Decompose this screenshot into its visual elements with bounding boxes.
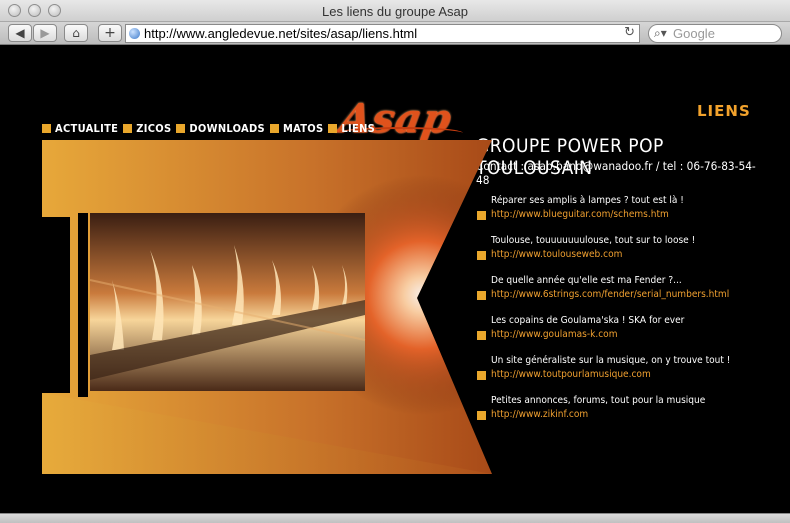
hero-visual (42, 140, 492, 474)
search-placeholder: Google (673, 26, 715, 41)
link-description: Les copains de Goulama'ska ! SKA for eve… (491, 315, 685, 326)
link-url[interactable]: http://www.6strings.com/fender/serial_nu… (491, 289, 729, 300)
nav-item-downloads[interactable]: DOWNLOADS (176, 122, 265, 135)
left-black-bar (42, 217, 69, 393)
link-description: De quelle année qu'elle est ma Fender ?.… (491, 275, 682, 286)
plus-icon: + (104, 25, 116, 41)
site-icon (129, 28, 140, 39)
nav-label: DOWNLOADS (189, 122, 265, 135)
search-field[interactable]: ⌕▾ Google (648, 24, 782, 43)
link-description: Petites annonces, forums, tout pour la m… (491, 395, 706, 406)
url-text: http://www.angledevue.net/sites/asap/lie… (144, 26, 418, 41)
reload-icon[interactable]: ↻ (624, 25, 635, 40)
section-title: LIENS (697, 102, 751, 120)
browser-toolbar: ◀ ▶ ⌂ + http://www.angledevue.net/sites/… (0, 22, 790, 45)
nav-item-actualite[interactable]: ACTUALITE (42, 122, 118, 135)
contact-info: Contact : asap.band@wanadoo.fr / tel : 0… (476, 159, 756, 187)
nav-label: ZICOS (136, 122, 172, 135)
nav-bullet-icon (42, 124, 51, 133)
nav-bullet-icon (328, 124, 338, 133)
back-arrow-icon: ◀ (15, 26, 25, 40)
status-bar (0, 513, 790, 523)
link-bullet-icon (477, 211, 486, 220)
nav-bullet-icon (123, 124, 133, 133)
nav-bullet-icon (176, 124, 186, 133)
forward-arrow-icon: ▶ (40, 26, 50, 40)
nav-item-matos[interactable]: MATOS (269, 122, 324, 135)
link-description: Toulouse, touuuuuuulouse, tout sur to lo… (491, 235, 696, 246)
link-url[interactable]: http://www.toulouseweb.com (491, 249, 622, 260)
main-nav: ACTUALITE ZICOS DOWNLOADS MATOS LIENS (42, 122, 375, 135)
link-url[interactable]: http://www.toutpourlamusique.com (491, 369, 651, 380)
nav-bullet-icon (269, 124, 279, 133)
home-icon: ⌂ (72, 26, 80, 40)
address-bar[interactable]: http://www.angledevue.net/sites/asap/lie… (125, 24, 640, 43)
link-bullet-icon (477, 251, 486, 260)
link-url[interactable]: http://www.zikinf.com (491, 409, 588, 420)
nav-label: MATOS (282, 122, 324, 135)
nav-item-liens[interactable]: LIENS (328, 122, 375, 135)
link-bullet-icon (477, 291, 486, 300)
search-icon: ⌕▾ (654, 26, 667, 40)
home-button[interactable]: ⌂ (64, 24, 88, 42)
nav-label: ACTUALITE (55, 122, 119, 135)
link-bullet-icon (477, 331, 486, 340)
link-description: Réparer ses amplis à lampes ? tout est l… (491, 195, 684, 206)
link-description: Un site généraliste sur la musique, on y… (491, 355, 731, 366)
link-url[interactable]: http://www.goulamas-k.com (491, 329, 617, 340)
web-page: Asap LIENS ACTUALITE ZICOS DOWNLOADS MAT… (0, 45, 790, 513)
forward-button[interactable]: ▶ (33, 24, 57, 42)
add-bookmark-button[interactable]: + (98, 24, 122, 42)
back-button[interactable]: ◀ (8, 24, 32, 42)
window-titlebar: Les liens du groupe Asap (0, 0, 790, 22)
nav-item-zicos[interactable]: ZICOS (123, 122, 171, 135)
link-bullet-icon (477, 371, 486, 380)
link-bullet-icon (477, 411, 486, 420)
link-url[interactable]: http://www.blueguitar.com/schems.htm (491, 209, 669, 220)
window-title: Les liens du groupe Asap (322, 4, 468, 19)
nav-label: LIENS (341, 122, 376, 135)
